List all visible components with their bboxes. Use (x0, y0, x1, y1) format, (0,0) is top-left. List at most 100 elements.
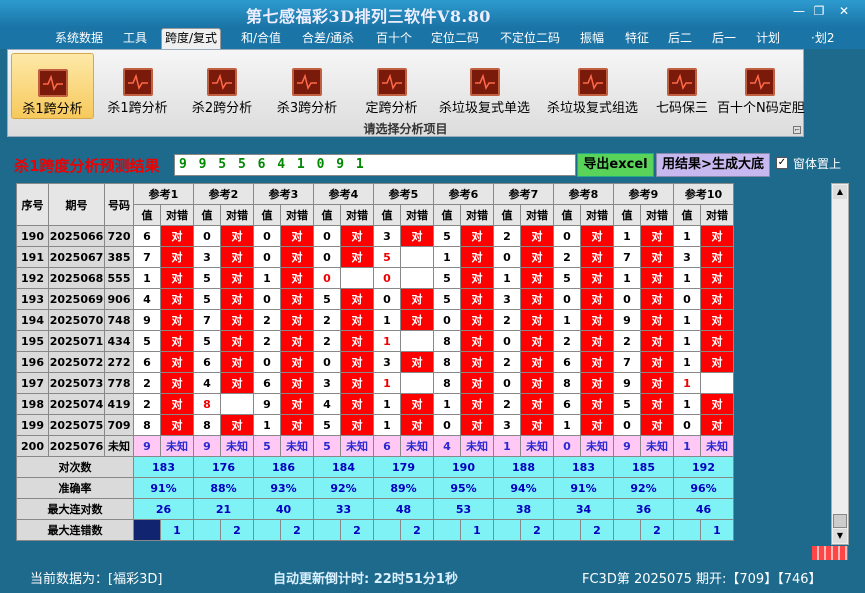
ribbon-button-8[interactable]: 七码保三 (647, 53, 717, 119)
header-ref[interactable]: 参考9 (613, 183, 674, 205)
ribbon-button-2[interactable]: 杀1跨分析 (96, 53, 179, 119)
cell-hit: 对 (340, 372, 374, 394)
vertical-scrollbar[interactable]: ▲ ▼ (831, 183, 849, 545)
ribbon-button-5[interactable]: 定跨分析 (350, 53, 433, 119)
stay-on-top-checkbox[interactable]: ✓ (776, 157, 788, 169)
ribbon-button-6[interactable]: 杀垃圾复式单选 (432, 53, 537, 119)
cell-unknown: 未知 (220, 435, 254, 457)
generate-base-button[interactable]: 用结果>生成大底 (656, 153, 770, 177)
cell-value: 5 (313, 414, 341, 436)
stats-value: 40 (253, 498, 314, 520)
cell-value: 5 (373, 246, 401, 268)
menu-nonposition-two[interactable]: 不定位二码 (497, 29, 563, 49)
header-ref[interactable]: 参考2 (193, 183, 254, 205)
row-period: 2025076 (48, 435, 105, 457)
cell-value: 0 (313, 267, 341, 289)
chart-icon (37, 69, 68, 97)
scroll-thumb[interactable] (833, 514, 847, 528)
header-ref[interactable]: 参考6 (433, 183, 494, 205)
row-code: 555 (104, 267, 134, 289)
stats-value: 88% (193, 477, 254, 499)
cell-value: 0 (253, 246, 281, 268)
header-ref[interactable]: 参考3 (253, 183, 314, 205)
scroll-up-icon[interactable]: ▲ (833, 185, 847, 199)
header-ref[interactable]: 参考1 (133, 183, 194, 205)
scroll-down-icon[interactable]: ▼ (833, 529, 847, 543)
row-seq: 199 (16, 414, 49, 436)
table-row[interactable]: 193 2025069 906 4 对 5 对 0 对 5 对 0 对 5 对 3 对 0 对 0 对 0 对 (16, 288, 734, 310)
cell-value: 1 (373, 330, 401, 352)
cell-hit: 对 (520, 393, 554, 415)
menu-plan2[interactable]: ·划2 (808, 29, 837, 49)
cell-value: 2 (493, 393, 521, 415)
menu-diff-kill[interactable]: 合差/通杀 (299, 29, 357, 49)
menu-plan[interactable]: 计划 (753, 29, 783, 49)
menu-back-one[interactable]: 后一 (709, 29, 739, 49)
table-row[interactable]: 197 2025073 778 2 对 4 对 6 对 3 对 1 8 对 0 对 8 对 9 对 1 (16, 372, 734, 394)
maximize-button[interactable]: ❐ (806, 2, 832, 20)
cell-hit: 对 (640, 246, 674, 268)
cell-value: 2 (553, 246, 581, 268)
cell-hit: 对 (460, 288, 494, 310)
row-seq: 200 (16, 435, 49, 457)
cell-value: 2 (493, 225, 521, 247)
cell-value: 1 (493, 267, 521, 289)
cell-value: 2 (133, 393, 161, 415)
cell-value: 6 (253, 372, 281, 394)
table-row[interactable]: 198 2025074 419 2 对 8 9 对 4 对 1 对 1 对 2 对 6 对 5 对 1 对 (16, 393, 734, 415)
header-ref[interactable]: 参考7 (493, 183, 554, 205)
close-button[interactable]: ✕ (831, 2, 857, 20)
cell-hit: 对 (640, 225, 674, 247)
menu-back-two[interactable]: 后二 (665, 29, 695, 49)
header-value: 值 (253, 204, 281, 226)
table-row[interactable]: 190 2025066 720 6 对 0 对 0 对 0 对 3 对 5 对 2 对 0 对 1 对 1 对 (16, 225, 734, 247)
cell-value: 3 (673, 246, 701, 268)
cell-hit: 对 (220, 225, 254, 247)
table-row[interactable]: 191 2025067 385 7 对 3 对 0 对 0 对 5 1 对 0 对 2 对 7 对 3 对 (16, 246, 734, 268)
ribbon-button-7[interactable]: 杀垃圾复式组选 (539, 53, 646, 119)
table-row-unknown[interactable]: 200 2025076 未知 9 未知 9 未知 5 未知 5 未知 6 未知 4 未知 1 未知 0 未知 9 未知 1… (16, 435, 734, 457)
chart-icon (744, 68, 775, 96)
result-field[interactable]: 9 9 5 5 6 4 1 0 9 1 (174, 154, 576, 176)
menu-system-data[interactable]: 系统数据 (52, 29, 106, 49)
menu-amplitude[interactable]: 振幅 (577, 29, 607, 49)
ribbon-button-9[interactable]: 百十个N码定胆 (717, 53, 805, 119)
menu-tools[interactable]: 工具 (120, 29, 150, 49)
table-row[interactable]: 192 2025068 555 1 对 5 对 1 对 0 0 5 对 1 对 5 对 1 对 1 对 (16, 267, 734, 289)
ribbon-button-4[interactable]: 杀3跨分析 (265, 53, 349, 119)
cell-value: 1 (673, 225, 701, 247)
menu-hundreds-tens-units[interactable]: 百十个 (373, 29, 415, 49)
cell-value: 1 (673, 267, 701, 289)
cell-hit: 对 (400, 288, 434, 310)
cell-value: 9 (193, 435, 221, 457)
export-excel-button[interactable]: 导出excel (577, 153, 654, 177)
header-ref[interactable]: 参考10 (673, 183, 734, 205)
header-ref[interactable]: 参考5 (373, 183, 434, 205)
cell-hit: 对 (520, 225, 554, 247)
cell-hit: 对 (220, 372, 254, 394)
menu-span-compound[interactable]: 跨度/复式 (161, 28, 222, 49)
cell-hit: 对 (700, 246, 734, 268)
menu-position-two[interactable]: 定位二码 (428, 29, 482, 49)
header-ref[interactable]: 参考4 (313, 183, 374, 205)
ribbon-expand-icon[interactable]: ⌐ (793, 126, 801, 134)
cell-hit: 对 (460, 225, 494, 247)
menu-features[interactable]: 特征 (622, 29, 652, 49)
cell-hit: 对 (520, 267, 554, 289)
cell-hit: 对 (160, 309, 194, 331)
table-row[interactable]: 196 2025072 272 6 对 6 对 0 对 0 对 3 对 8 对 2 对 6 对 7 对 1 对 (16, 351, 734, 373)
cell-value: 0 (253, 288, 281, 310)
table-row[interactable]: 195 2025071 434 5 对 5 对 2 对 2 对 1 8 对 0 对 2 对 2 对 1 对 (16, 330, 734, 352)
table-row[interactable]: 194 2025070 748 9 对 7 对 2 对 2 对 1 对 0 对 2 对 1 对 9 对 1 对 (16, 309, 734, 331)
ribbon-button-1[interactable]: 杀1跨分析 (11, 53, 94, 119)
ribbon-panel: 杀1跨分析 杀1跨分析 杀2跨分析 杀3跨分析 定跨分析 杀垃圾复式单选 杀垃圾复式组选 七码… (7, 49, 805, 137)
row-period: 2025069 (48, 288, 105, 310)
table-row[interactable]: 199 2025075 709 8 对 8 对 1 对 5 对 1 对 0 对 3 对 1 对 0 对 0 对 (16, 414, 734, 436)
cell-hit: 对 (160, 246, 194, 268)
resize-grip[interactable] (812, 546, 848, 560)
cell-unknown: 未知 (160, 435, 194, 457)
cell-hit: 对 (700, 351, 734, 373)
header-ref[interactable]: 参考8 (553, 183, 614, 205)
ribbon-button-3[interactable]: 杀2跨分析 (180, 53, 264, 119)
menu-sum-value[interactable]: 和/合值 (238, 29, 284, 49)
